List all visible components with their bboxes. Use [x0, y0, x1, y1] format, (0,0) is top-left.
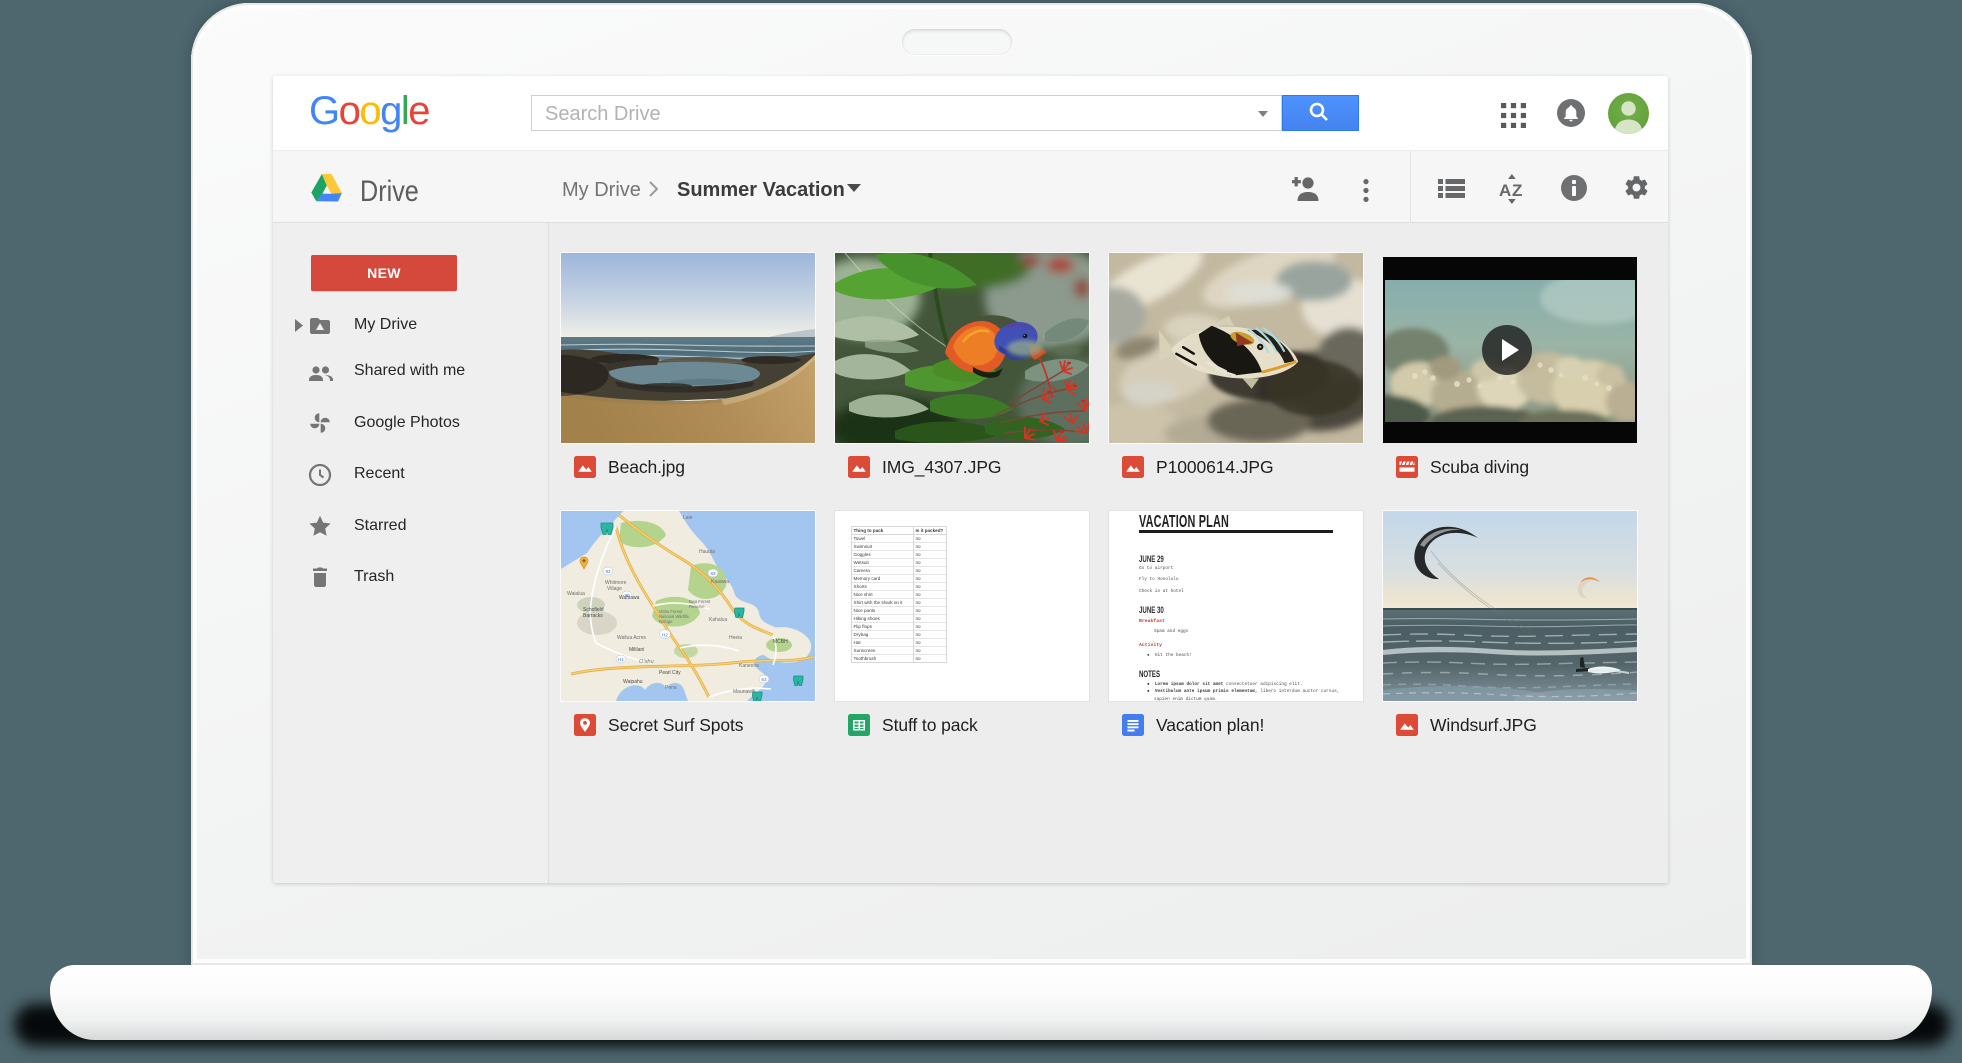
svg-text:Z: Z: [1512, 181, 1522, 200]
svg-text:Pena: Pena: [665, 685, 677, 691]
svg-text:Waialua: Waialua: [567, 591, 585, 597]
svg-text:Wahiawa: Wahiawa: [619, 595, 640, 601]
svg-text:Village: Village: [607, 586, 622, 592]
svg-text:Pearl City: Pearl City: [659, 670, 681, 676]
svg-text:63: 63: [761, 677, 767, 682]
svg-text:Refuge: Refuge: [659, 619, 673, 624]
svg-text:Oʼahu: Oʼahu: [639, 659, 654, 665]
svg-text:Wailua Acres: Wailua Acres: [617, 635, 646, 641]
svg-text:Hauula: Hauula: [699, 549, 715, 555]
svg-text:Barracks: Barracks: [583, 613, 603, 619]
svg-text:H2: H2: [662, 633, 668, 638]
svg-text:Laie: Laie: [683, 515, 693, 521]
svg-text:83: 83: [710, 571, 716, 576]
svg-text:Maunawili: Maunawili: [733, 689, 755, 695]
svg-text:Heeia: Heeia: [729, 635, 742, 641]
svg-text:Kaaawa: Kaaawa: [711, 579, 729, 585]
svg-text:93: 93: [605, 569, 611, 574]
svg-text:Kaneohe: Kaneohe: [739, 663, 759, 669]
svg-text:Waipahu: Waipahu: [623, 679, 643, 685]
svg-text:Kahaluu: Kahaluu: [709, 617, 728, 623]
svg-text:Mililani: Mililani: [629, 647, 644, 653]
svg-text:H1: H1: [618, 657, 624, 662]
svg-text:Reserve: Reserve: [689, 604, 705, 609]
svg-text:MCBH: MCBH: [773, 639, 788, 645]
svg-text:A: A: [1499, 181, 1511, 200]
